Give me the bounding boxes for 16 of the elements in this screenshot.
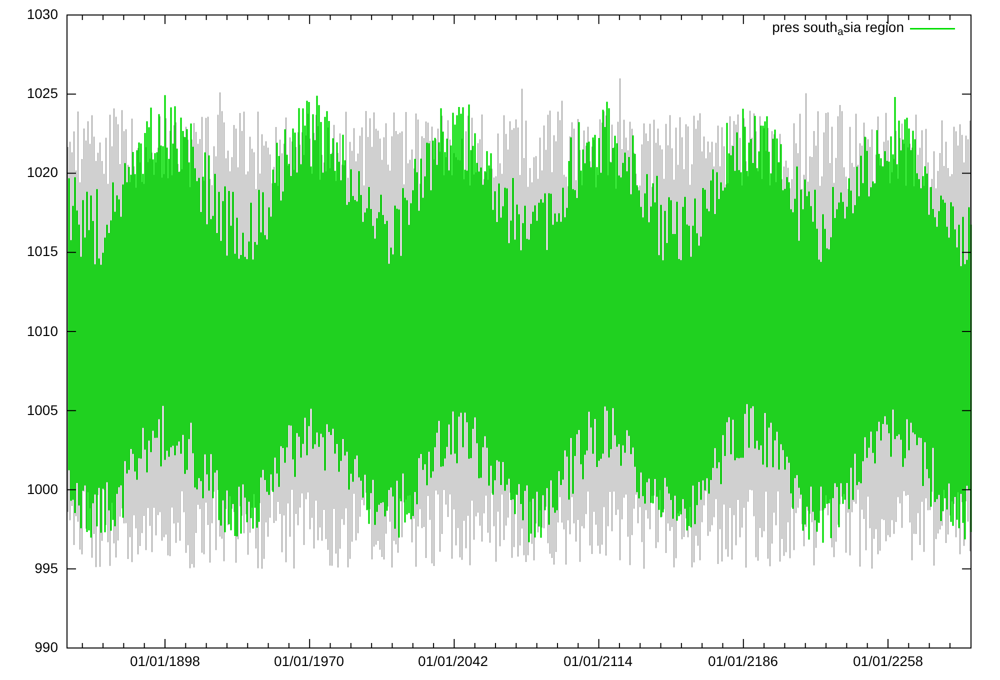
x-tick-label: 01/01/2114 [563, 654, 633, 668]
x-tick-label: 01/01/1970 [274, 654, 344, 668]
y-tick-label: 1030 [26, 7, 58, 21]
x-tick-label: 01/01/2186 [708, 654, 778, 668]
x-tick-label: 01/01/1898 [130, 654, 200, 668]
legend-text: pres south$_{a}$sia region [772, 20, 904, 34]
y-tick-label: 990 [34, 640, 58, 654]
y-tick-label: 1000 [26, 482, 58, 496]
y-tick-label: 1010 [26, 324, 58, 338]
y-tick-label: 995 [34, 560, 58, 575]
x-tick-label: 01/01/2258 [852, 654, 924, 668]
y-tick-label: 1015 [26, 244, 58, 258]
x-tick-label: 01/01/2042 [418, 654, 488, 668]
y-tick-label: 1025 [26, 86, 58, 100]
y-tick-label: 1020 [26, 165, 58, 180]
y-tick-label: 1005 [26, 402, 58, 417]
